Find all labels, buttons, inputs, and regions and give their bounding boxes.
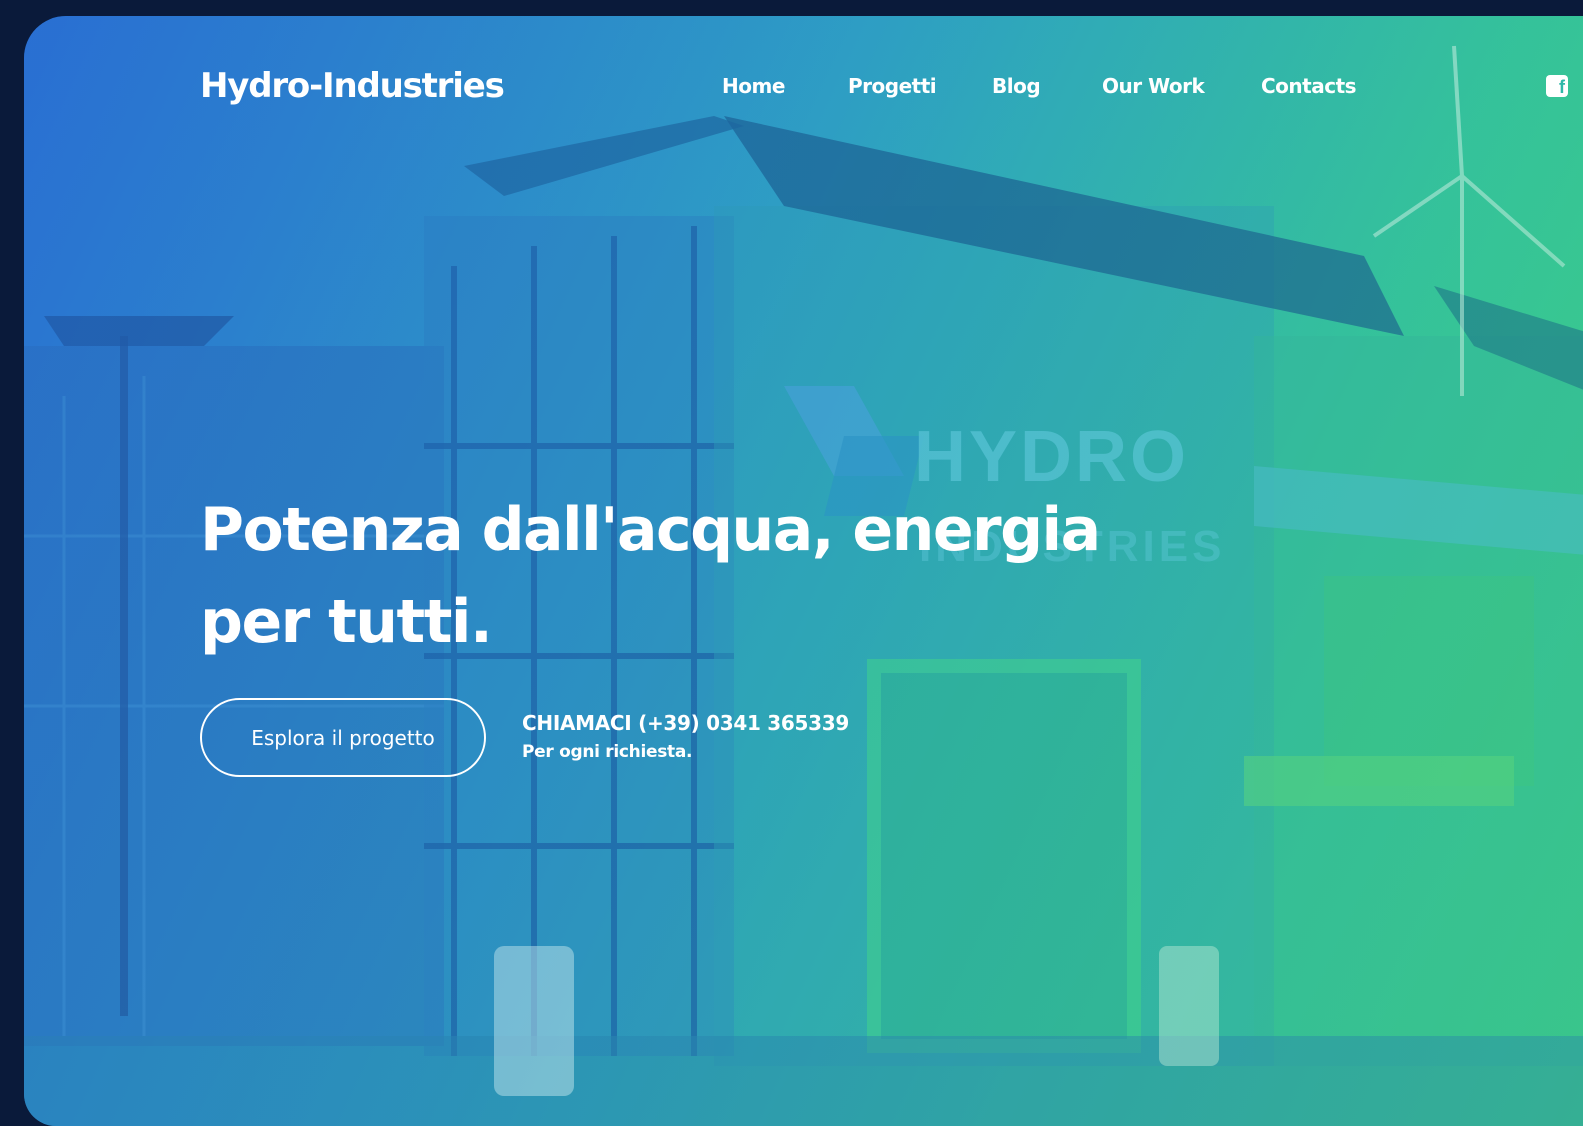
call-subtitle: Per ogni richiesta. (522, 742, 693, 762)
nav-item-blog[interactable]: Blog (992, 74, 1041, 98)
nav-item-progetti[interactable]: Progetti (848, 74, 937, 98)
brand-logo[interactable]: Hydro-Industries (200, 66, 505, 106)
hero-title-line1: Potenza dall'acqua, energia (200, 495, 1101, 565)
nav-item-our-work[interactable]: Our Work (1102, 74, 1205, 98)
nav-item-contacts[interactable]: Contacts (1261, 74, 1357, 98)
hero-section: HYDRO INDUSTRIES Hydro-Industries Home P… (24, 16, 1583, 1126)
call-phone-link[interactable]: CHIAMACI (+39) 0341 365339 (522, 711, 849, 735)
nav-item-home[interactable]: Home (722, 74, 785, 98)
hero-title-line2: per tutti. (200, 587, 493, 657)
facebook-icon[interactable]: f (1546, 75, 1568, 97)
hero-title: Potenza dall'acqua, energia per tutti. (200, 484, 1101, 668)
explore-project-button[interactable]: Esplora il progetto (200, 698, 486, 777)
